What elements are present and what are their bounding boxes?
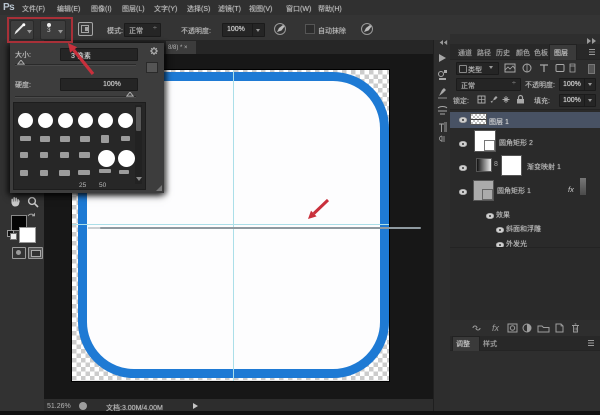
- svg-text:fx: fx: [492, 323, 500, 333]
